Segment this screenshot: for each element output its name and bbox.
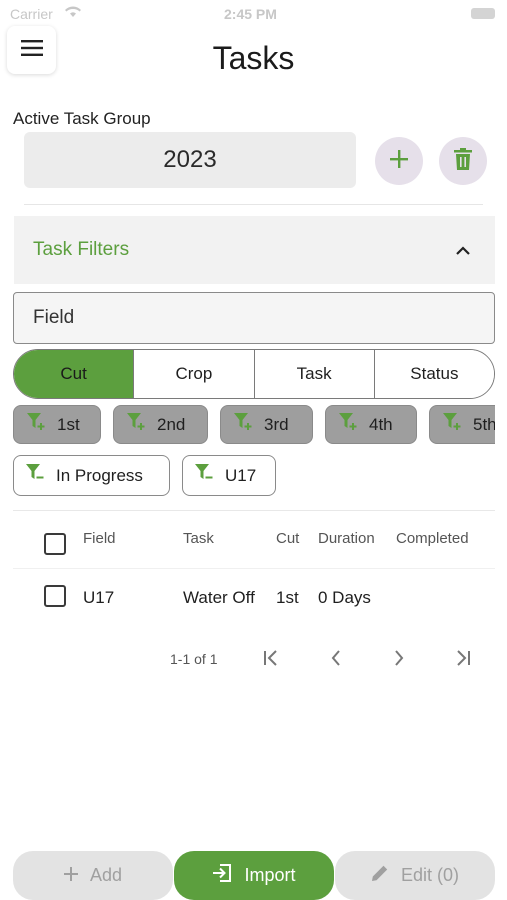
status-time: 2:45 PM <box>224 6 277 22</box>
section-divider <box>24 204 483 205</box>
filter-remove-icon <box>26 464 46 487</box>
trash-icon <box>454 147 472 175</box>
selected-chip-u17[interactable]: U17 <box>182 455 276 496</box>
import-button[interactable]: Import <box>174 851 334 900</box>
header-row-divider <box>13 568 495 569</box>
edit-label: Edit (0) <box>400 865 460 885</box>
pencil-icon <box>371 864 389 887</box>
cut-chip-label: 4th <box>369 414 393 434</box>
last-page-icon <box>454 649 472 671</box>
cell-cut: 1st <box>276 588 299 607</box>
first-page-button[interactable] <box>258 647 284 673</box>
task-group-value: 2023 <box>163 146 217 173</box>
selected-chip-in-progress[interactable]: In Progress <box>13 455 170 496</box>
filter-add-icon <box>234 413 254 436</box>
column-header-field[interactable]: Field <box>83 530 116 547</box>
filter-add-icon <box>127 413 147 436</box>
import-label: Import <box>244 865 296 885</box>
filter-add-icon <box>27 413 47 436</box>
cut-chip-label: 1st <box>57 414 80 434</box>
bottom-action-bar: Add Import Edit (0) <box>13 851 495 900</box>
filter-category-segment: Cut Crop Task Status <box>13 349 495 399</box>
field-placeholder: Field <box>33 307 75 328</box>
plus-icon <box>389 149 409 174</box>
select-all-checkbox[interactable] <box>44 533 66 555</box>
status-bar: Carrier 2:45 PM <box>0 0 507 28</box>
cut-chip-4th[interactable]: 4th <box>325 405 417 444</box>
edit-button[interactable]: Edit (0) <box>335 851 495 900</box>
last-page-button[interactable] <box>450 647 476 673</box>
task-filters-header[interactable]: Task Filters <box>14 216 495 284</box>
import-icon <box>212 864 232 887</box>
plus-icon <box>63 865 78 886</box>
add-task-group-button[interactable] <box>375 137 423 185</box>
segment-cut[interactable]: Cut <box>14 350 134 398</box>
previous-page-button[interactable] <box>323 647 349 673</box>
task-group-select[interactable]: 2023 <box>24 132 356 188</box>
table-divider <box>13 510 495 511</box>
first-page-icon <box>262 649 280 671</box>
cell-task: Water Off <box>183 588 255 607</box>
pagination-range: 1-1 of 1 <box>170 651 218 667</box>
segment-crop[interactable]: Crop <box>133 350 254 398</box>
task-group-label: Active Task Group <box>13 109 151 128</box>
cut-chip-label: 2nd <box>157 414 186 434</box>
column-header-duration[interactable]: Duration <box>318 530 375 547</box>
cut-chip-5th[interactable]: 5th <box>429 405 495 444</box>
cell-field: U17 <box>83 588 115 607</box>
carrier-label: Carrier <box>10 6 53 22</box>
battery-icon <box>471 8 495 19</box>
cut-chip-label: 3rd <box>264 414 289 434</box>
cut-chip-3rd[interactable]: 3rd <box>220 405 313 444</box>
add-task-button[interactable]: Add <box>13 851 173 900</box>
column-header-cut[interactable]: Cut <box>276 530 299 547</box>
row-checkbox[interactable] <box>44 585 66 607</box>
column-header-task[interactable]: Task <box>183 530 214 547</box>
cut-chip-1st[interactable]: 1st <box>13 405 101 444</box>
chevron-right-icon <box>393 649 405 671</box>
selected-chip-label: U17 <box>225 465 257 485</box>
field-search-input[interactable]: Field <box>13 292 495 344</box>
page-title: Tasks <box>212 40 295 76</box>
task-filters-title: Task Filters <box>33 239 130 260</box>
chevron-left-icon <box>330 649 342 671</box>
cut-chip-label: 5th <box>473 414 495 434</box>
segment-status[interactable]: Status <box>373 350 494 398</box>
chevron-up-icon <box>456 242 470 260</box>
cell-duration: 0 Days <box>318 588 371 607</box>
add-task-label: Add <box>89 865 123 885</box>
segment-task[interactable]: Task <box>253 350 374 398</box>
wifi-icon <box>64 4 82 21</box>
next-page-button[interactable] <box>386 647 412 673</box>
filter-remove-icon <box>195 464 215 487</box>
filter-add-icon <box>443 413 463 436</box>
selected-chip-label: In Progress <box>56 465 143 485</box>
delete-task-group-button[interactable] <box>439 137 487 185</box>
cut-chip-2nd[interactable]: 2nd <box>113 405 208 444</box>
column-header-completed[interactable]: Completed <box>396 530 469 547</box>
filter-add-icon <box>339 413 359 436</box>
cut-chips-row: 1st 2nd 3rd 4th 5th <box>13 404 495 446</box>
